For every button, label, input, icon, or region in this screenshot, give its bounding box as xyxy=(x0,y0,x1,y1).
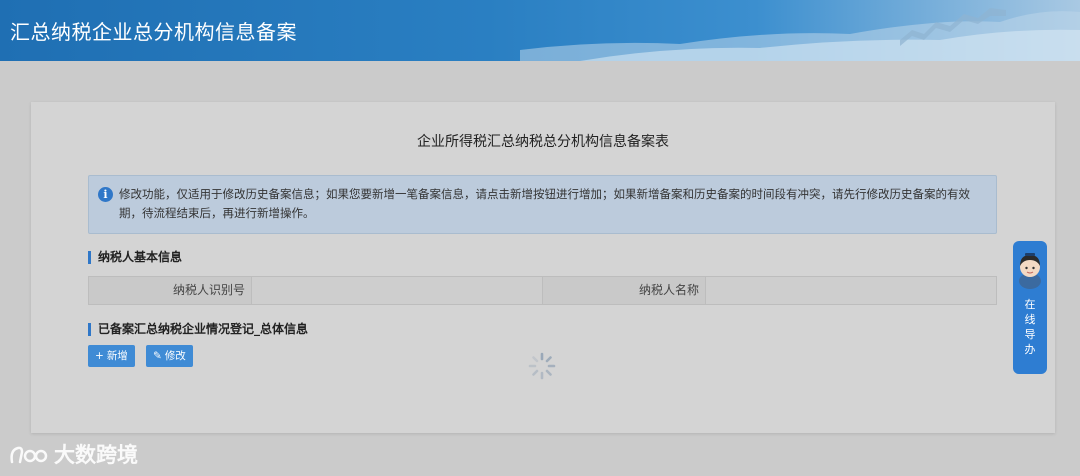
plus-icon: + xyxy=(95,350,104,362)
taxpayer-name-value xyxy=(706,277,996,304)
app-header: 汇总纳税企业总分机构信息备案 xyxy=(0,0,1080,61)
taxpayer-name-label: 纳税人名称 xyxy=(543,277,706,304)
taxpayer-section-title: 纳税人基本信息 xyxy=(88,251,182,264)
watermark: 大数跨境 xyxy=(8,440,138,470)
watermark-text: 大数跨境 xyxy=(54,443,138,467)
taxpayer-info-table: 纳税人识别号 纳税人名称 xyxy=(88,276,997,305)
online-guide-widget[interactable]: 在 线 导 办 xyxy=(1013,241,1047,374)
page-title: 汇总纳税企业总分机构信息备案 xyxy=(10,20,297,44)
online-guide-label: 在 线 导 办 xyxy=(1024,298,1036,356)
form-title: 企业所得税汇总纳税总分机构信息备案表 xyxy=(417,134,669,150)
edit-button[interactable]: ✎ 修改 xyxy=(146,345,193,367)
loading-spinner-icon xyxy=(528,352,556,380)
filed-section-title: 已备案汇总纳税企业情况登记_总体信息 xyxy=(88,323,308,336)
add-button[interactable]: + 新增 xyxy=(88,345,135,367)
add-button-label: 新增 xyxy=(106,350,128,362)
pencil-icon: ✎ xyxy=(153,350,162,362)
notice-box: i 修改功能，仅适用于修改历史备案信息；如果您要新增一笔备案信息，请点击新增按钮… xyxy=(88,175,997,234)
great-wall-banner-image xyxy=(520,8,1080,61)
notice-text: 修改功能，仅适用于修改历史备案信息；如果您要新增一笔备案信息，请点击新增按钮进行… xyxy=(119,187,970,220)
edit-button-label: 修改 xyxy=(164,350,186,362)
info-icon: i xyxy=(98,187,113,202)
taxpayer-id-label: 纳税人识别号 xyxy=(89,277,252,304)
taxpayer-id-value xyxy=(252,277,543,304)
brand-logo-icon xyxy=(10,446,48,464)
assistant-avatar-icon xyxy=(1019,253,1041,289)
form-card: 企业所得税汇总纳税总分机构信息备案表 i 修改功能，仅适用于修改历史备案信息；如… xyxy=(31,102,1055,433)
